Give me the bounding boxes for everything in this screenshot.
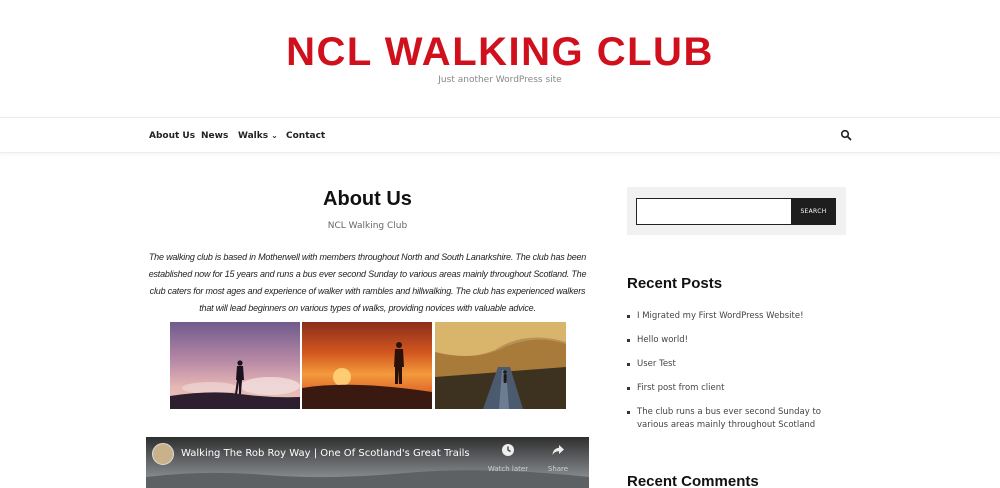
recent-posts-heading: Recent Posts xyxy=(627,275,723,292)
clock-icon xyxy=(502,444,514,456)
walker-on-road-photo xyxy=(435,322,566,409)
page-title: About Us xyxy=(323,188,412,210)
nav-item-contact[interactable]: Contact xyxy=(286,129,325,143)
page-subtitle: NCL Walking Club xyxy=(327,221,408,231)
nav-item-walks[interactable]: Walks ⌄ xyxy=(238,129,278,143)
search-button[interactable]: SEARCH xyxy=(791,198,836,225)
channel-avatar[interactable] xyxy=(152,443,174,465)
nav-item-walks-label: Walks xyxy=(238,131,269,141)
site-title[interactable]: NCL WALKING CLUB xyxy=(0,30,1000,74)
recent-comments-heading: Recent Comments xyxy=(627,473,759,488)
site-tagline: Just another WordPress site xyxy=(438,75,562,85)
recent-post-item[interactable]: The club runs a bus ever second Sunday t… xyxy=(627,406,847,432)
nav-item-about-us[interactable]: About Us xyxy=(149,129,195,143)
share-icon xyxy=(552,445,564,455)
recent-post-item[interactable]: I Migrated my First WordPress Website! xyxy=(627,310,847,323)
hiker-at-sunset-photo xyxy=(302,322,432,409)
page-body-text: The walking club is based in Motherwell … xyxy=(148,252,587,313)
recent-post-item[interactable]: User Test xyxy=(627,358,847,371)
share-button[interactable]: Share xyxy=(536,443,580,473)
hiker-at-dusk-photo xyxy=(170,322,300,409)
recent-post-item[interactable]: First post from client xyxy=(627,382,847,395)
watch-later-button[interactable]: Watch later xyxy=(486,443,530,473)
search-input[interactable] xyxy=(636,198,792,225)
main-navigation: About Us News Walks ⌄ Contact xyxy=(0,117,1000,153)
video-title[interactable]: Walking The Rob Roy Way | One Of Scotlan… xyxy=(181,448,470,460)
recent-post-item[interactable]: Hello world! xyxy=(627,334,847,347)
share-label: Share xyxy=(547,465,569,473)
recent-posts-list: I Migrated my First WordPress Website! H… xyxy=(627,310,847,432)
search-widget: SEARCH xyxy=(627,187,846,235)
site-header: NCL WALKING CLUB Just another WordPress … xyxy=(0,0,1000,117)
watch-later-label: Watch later xyxy=(487,465,529,473)
chevron-down-icon: ⌄ xyxy=(271,131,278,140)
search-icon[interactable] xyxy=(840,129,852,141)
nav-item-news[interactable]: News xyxy=(201,129,228,143)
embedded-video[interactable]: Walking The Rob Roy Way | One Of Scotlan… xyxy=(146,437,589,488)
